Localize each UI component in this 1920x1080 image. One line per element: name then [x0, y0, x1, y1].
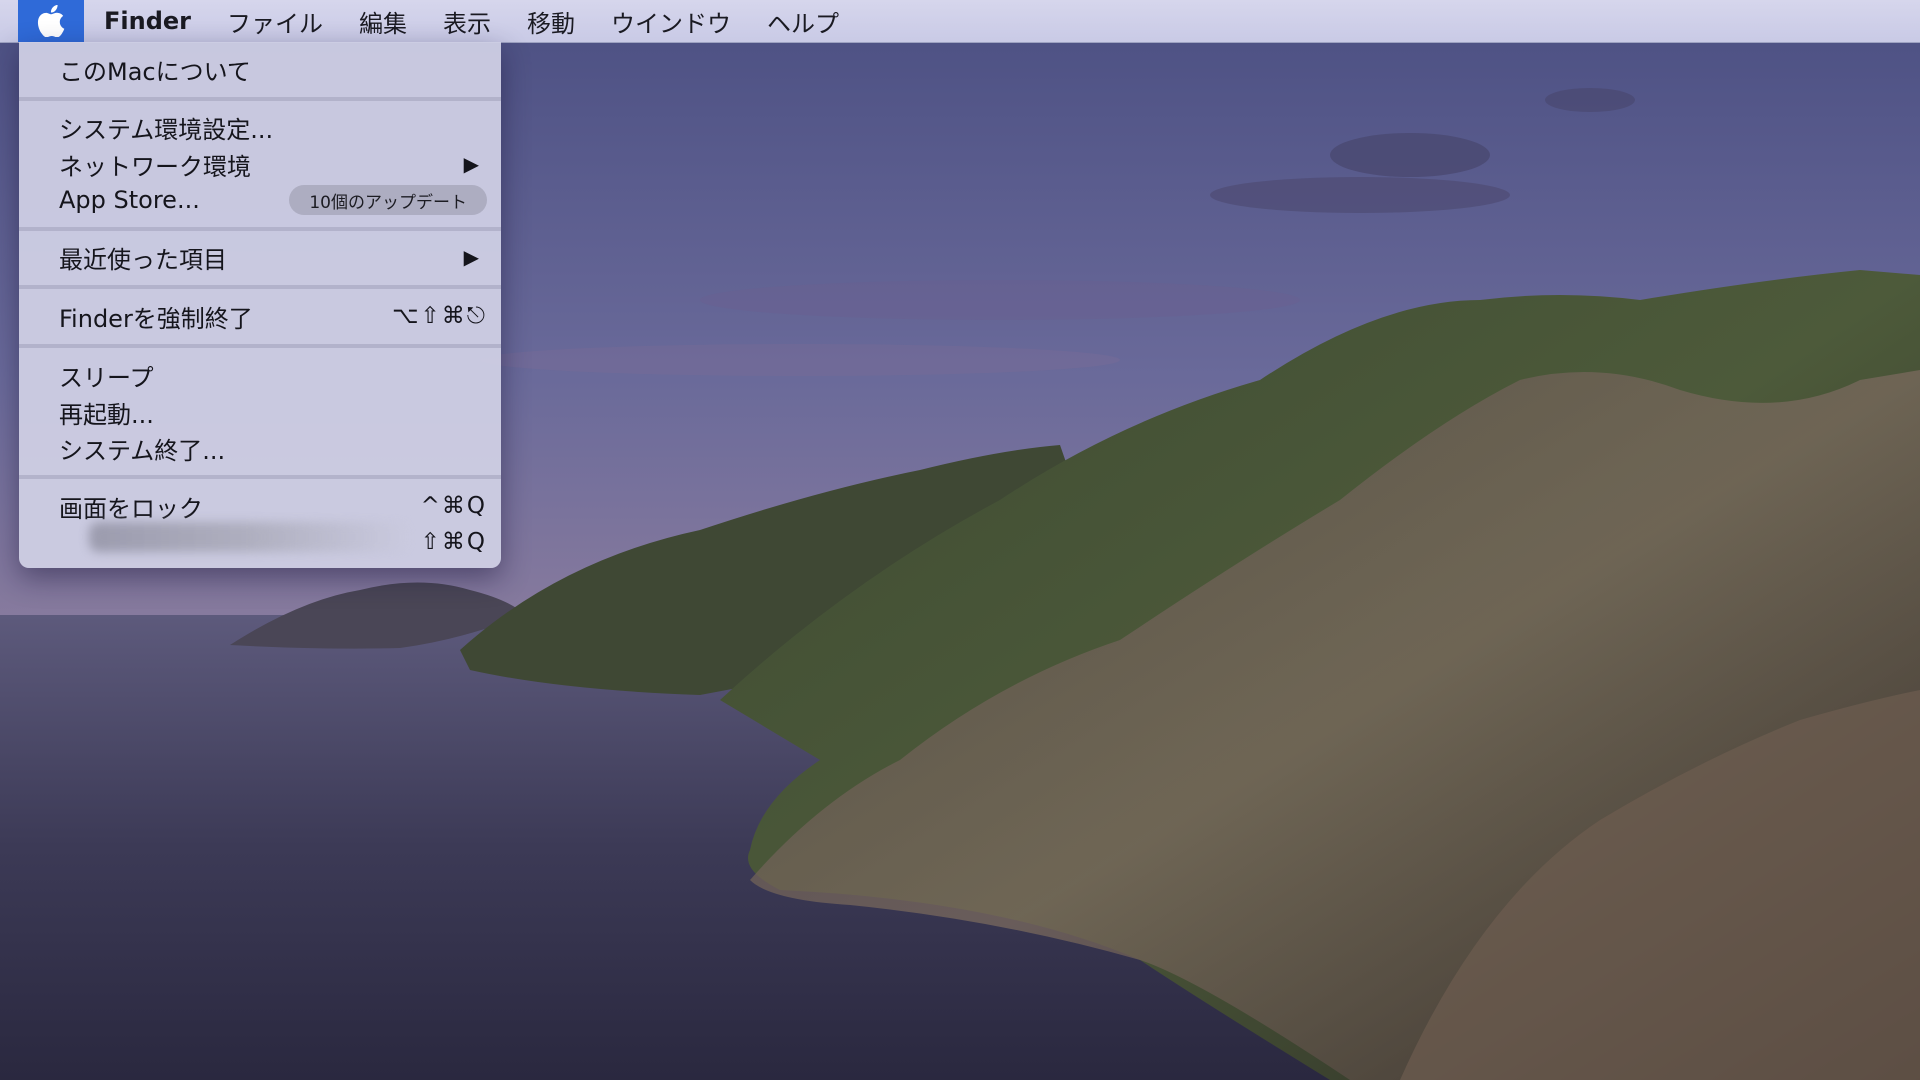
- menu-edit[interactable]: 編集: [359, 4, 407, 39]
- redacted-user-label: [89, 522, 409, 552]
- menu-item-label: スリープ: [59, 363, 154, 392]
- menu-item-label: システム環境設定...: [59, 115, 274, 144]
- submenu-arrow-icon: ▶: [463, 152, 479, 176]
- menu-item-label: Finderを強制終了: [59, 304, 253, 333]
- menu-item-force-quit[interactable]: Finderを強制終了 ⌥⇧⌘⎋: [59, 298, 487, 334]
- menu-view[interactable]: 表示: [443, 4, 491, 39]
- menu-go[interactable]: 移動: [527, 4, 575, 39]
- menu-item-network-location[interactable]: ネットワーク環境 ▶: [59, 146, 487, 182]
- menu-item-label: 画面をロック: [59, 494, 203, 523]
- menu-help[interactable]: ヘルプ: [767, 4, 839, 39]
- submenu-arrow-icon: ▶: [463, 245, 479, 269]
- menu-item-label: 最近使った項目: [59, 245, 227, 274]
- menu-item-label: App Store...: [59, 186, 200, 214]
- menu-item-recent-items[interactable]: 最近使った項目 ▶: [59, 239, 487, 275]
- menu-item-system-preferences[interactable]: システム環境設定...: [59, 109, 487, 145]
- menu-item-label: このMacについて: [59, 57, 251, 86]
- menu-item-sleep[interactable]: スリープ: [59, 357, 487, 393]
- menu-separator: [19, 285, 501, 289]
- menu-item-log-out[interactable]: ⇧⌘Q: [59, 522, 487, 560]
- menu-file[interactable]: ファイル: [227, 4, 323, 39]
- apple-dropdown-menu: このMacについて システム環境設定... ネットワーク環境 ▶ App Sto…: [19, 42, 501, 568]
- updates-badge: 10個のアップデート: [289, 185, 487, 215]
- menu-item-about-this-mac[interactable]: このMacについて: [59, 51, 487, 87]
- menu-item-app-store[interactable]: App Store... 10個のアップデート: [59, 182, 487, 218]
- app-name-finder[interactable]: Finder: [104, 7, 191, 35]
- apple-menu-button[interactable]: [18, 0, 84, 42]
- menu-bar: Finder ファイル 編集 表示 移動 ウインドウ ヘルプ: [0, 0, 1920, 43]
- menu-separator: [19, 344, 501, 348]
- menu-item-restart[interactable]: 再起動...: [59, 394, 487, 430]
- menu-item-label: 再起動...: [59, 400, 154, 429]
- keyboard-shortcut: ⇧⌘Q: [420, 529, 487, 555]
- keyboard-shortcut: ^⌘Q: [420, 493, 487, 519]
- menu-item-lock-screen[interactable]: 画面をロック ^⌘Q: [59, 488, 487, 524]
- menu-item-label: システム終了...: [59, 436, 226, 465]
- menu-separator: [19, 227, 501, 231]
- menu-window[interactable]: ウインドウ: [611, 4, 731, 39]
- menu-item-shut-down[interactable]: システム終了...: [59, 430, 487, 466]
- apple-logo-icon: [37, 5, 65, 37]
- keyboard-shortcut: ⌥⇧⌘⎋: [392, 303, 487, 329]
- menu-separator: [19, 475, 501, 479]
- menu-separator: [19, 97, 501, 101]
- menu-item-label: ネットワーク環境: [59, 152, 251, 181]
